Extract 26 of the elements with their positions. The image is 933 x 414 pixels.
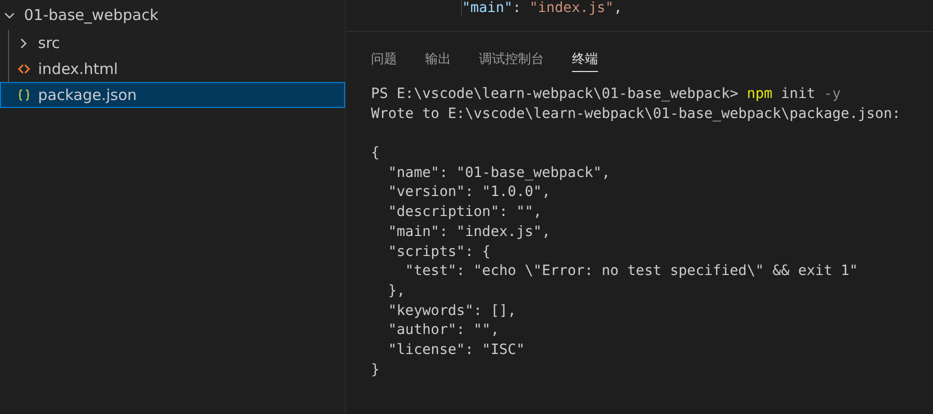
terminal-line: } xyxy=(371,360,381,380)
panel-tab[interactable]: 终端 xyxy=(572,50,598,72)
terminal-line: "test": "echo \"Error: no test specified\" && exit 1" xyxy=(404,262,859,282)
terminal-line: PS E:\vscode\learn-webpack\01-base_webpack> npm init -y xyxy=(371,85,842,104)
terminal-line: "description": "", xyxy=(387,203,543,222)
terminal-line: Wrote to E:\vscode\learn-webpack\01-base_webpack\package.json: xyxy=(371,104,902,124)
file-item[interactable]: package.json xyxy=(0,82,345,108)
file-item[interactable]: index.html xyxy=(0,56,345,82)
panel-tab[interactable]: 问题 xyxy=(371,50,397,72)
terminal-line: { xyxy=(371,144,381,164)
angle-brackets-icon xyxy=(18,63,30,75)
terminal-line: "version": "1.0.0", xyxy=(387,183,552,202)
terminal-line: "main": "index.js", xyxy=(387,222,552,242)
terminal-line: "keywords": [], xyxy=(387,302,518,321)
terminal-line: "scripts": { xyxy=(387,242,492,262)
terminal-line: "author": "", xyxy=(387,321,500,340)
code-line: "main": "index.js", xyxy=(461,0,933,16)
terminal-line: "license": "ISC" xyxy=(387,340,526,360)
chevron-right-icon[interactable] xyxy=(18,38,29,48)
terminal-line: "name": "01-base_webpack", xyxy=(387,164,612,183)
terminal-line: }, xyxy=(387,282,406,301)
folder-item[interactable]: 01-base_webpack xyxy=(0,0,345,30)
panel-tab[interactable]: 调试控制台 xyxy=(479,50,544,72)
curly-braces-icon xyxy=(18,89,30,101)
file-item[interactable]: src xyxy=(0,30,345,56)
panel-tab[interactable]: 输出 xyxy=(425,50,451,72)
